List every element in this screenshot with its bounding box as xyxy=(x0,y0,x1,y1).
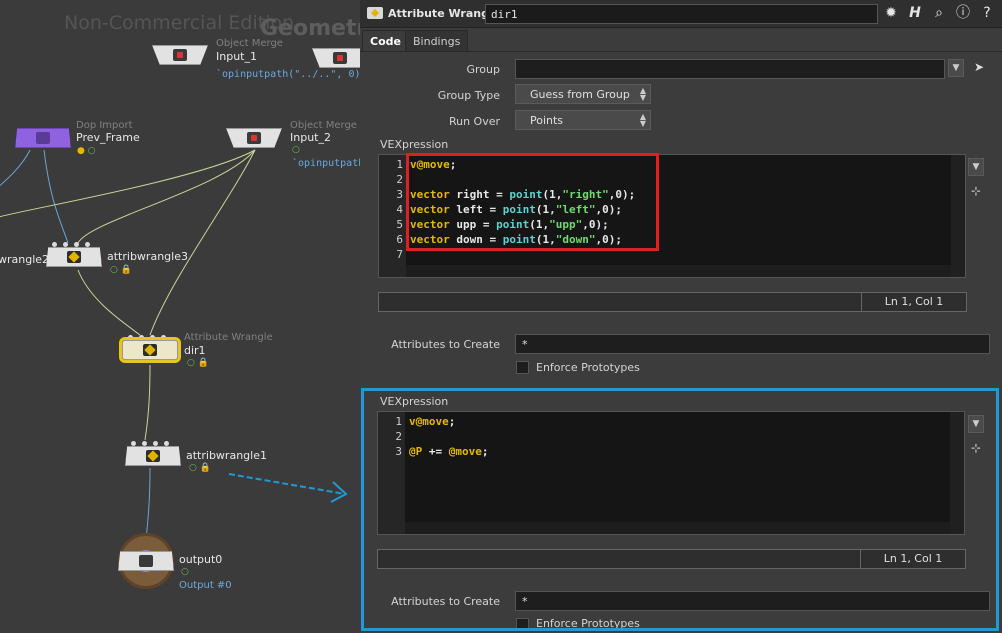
node-flags: ● ○ xyxy=(77,146,96,156)
node-type-label: Object Merge xyxy=(290,120,357,131)
node-name-label: output0 xyxy=(179,553,223,566)
node-name-label: attribwrangle3 xyxy=(107,250,188,263)
object-merge-icon xyxy=(333,52,347,64)
group-type-label: Group Type xyxy=(437,89,500,102)
info-icon[interactable]: ⓘ xyxy=(954,4,972,22)
run-over-menu[interactable]: Points ▲ ▼ xyxy=(515,110,651,130)
attributes-to-create-field[interactable]: * xyxy=(515,334,990,354)
help-icon[interactable]: ? xyxy=(978,4,996,22)
line-gutter: 1 2 3 4 5 6 7 xyxy=(379,155,406,277)
node-expression: `opinputpath("../..", 0)` xyxy=(216,69,360,80)
node-type-title: Attribute Wrangle xyxy=(388,7,501,20)
code-highlight-red xyxy=(406,153,659,251)
line-number: 6 xyxy=(396,233,403,246)
node-body[interactable] xyxy=(226,128,282,148)
node-flags: ○ xyxy=(181,567,189,577)
line-number: 7 xyxy=(396,248,403,261)
enforce-prototypes-label: Enforce Prototypes xyxy=(536,361,640,374)
line-number: 2 xyxy=(396,173,403,186)
line-number: 3 xyxy=(396,188,403,201)
select-arrow-icon[interactable]: ➤ xyxy=(974,60,984,74)
node-name-field[interactable]: dir1 xyxy=(485,4,878,24)
group-dropdown-button[interactable]: ▼ xyxy=(948,59,964,77)
node-name-label: attribwrangle1 xyxy=(186,449,267,462)
group-field[interactable] xyxy=(515,59,945,79)
annotation-arrow xyxy=(228,473,348,503)
updown-icon: ▲ ▼ xyxy=(639,86,646,102)
object-merge-icon xyxy=(173,49,187,61)
line-number: 1 xyxy=(396,158,403,171)
node-body[interactable] xyxy=(312,48,360,68)
group-label: Group xyxy=(466,63,501,76)
node-flags: ○ 🔒 xyxy=(110,265,132,275)
tab-code[interactable]: Code xyxy=(362,30,409,52)
editor-status-bar: Ln 1, Col 1 xyxy=(378,292,967,312)
editor-menu-button[interactable]: ▼ xyxy=(968,158,984,176)
node-body-selected[interactable] xyxy=(119,337,181,363)
run-over-label: Run Over xyxy=(448,115,500,128)
node-name-label: dir1 xyxy=(184,344,206,357)
group-type-value: Guess from Group xyxy=(530,88,630,101)
object-merge-icon xyxy=(247,132,261,144)
node-body[interactable] xyxy=(125,446,181,466)
input-connectors[interactable] xyxy=(52,242,90,247)
wrangle-icon xyxy=(146,450,160,462)
node-body[interactable] xyxy=(15,128,71,148)
node-body[interactable] xyxy=(152,45,208,65)
vertical-scrollbar[interactable] xyxy=(951,155,965,277)
dop-import-icon xyxy=(36,132,50,144)
node-name-label: wrangle2 xyxy=(0,253,50,266)
gear-icon[interactable]: ✹ xyxy=(882,4,900,22)
node-name-label: Input_2 xyxy=(290,131,331,144)
node-body[interactable] xyxy=(46,247,102,267)
node-name-label: Input_1 xyxy=(216,50,257,63)
panel-highlight-blue xyxy=(361,388,999,631)
network-editor[interactable]: Non-Commercial Edition Geometry Object M… xyxy=(0,0,360,633)
vexpression-label: VEXpression xyxy=(380,138,449,151)
search-icon[interactable]: ⌕ xyxy=(930,4,948,22)
node-expression: `opinputpath(" xyxy=(292,158,360,169)
enforce-prototypes-checkbox[interactable] xyxy=(516,361,529,374)
node-type-label: Attribute Wrangle xyxy=(184,332,273,343)
cursor-position: Ln 1, Col 1 xyxy=(861,293,966,311)
node-wires xyxy=(0,149,256,541)
horizontal-scrollbar[interactable] xyxy=(406,265,951,277)
line-number: 5 xyxy=(396,218,403,231)
wrangle-icon xyxy=(143,344,157,356)
node-type-label: Dop Import xyxy=(76,120,133,131)
node-name-label: Prev_Frame xyxy=(76,131,140,144)
attributes-to-create-label: Attributes to Create xyxy=(391,338,500,351)
input-connectors[interactable] xyxy=(131,441,169,446)
tab-divider xyxy=(360,51,1002,52)
run-over-value: Points xyxy=(530,114,564,127)
updown-icon: ▲ ▼ xyxy=(639,112,646,128)
tab-bindings[interactable]: Bindings xyxy=(405,30,469,52)
group-type-menu[interactable]: Guess from Group ▲ ▼ xyxy=(515,84,651,104)
wrangle-icon xyxy=(67,251,81,263)
parameter-panel: Attribute Wrangle dir1 ✹ H ⌕ ⓘ ? Code Bi… xyxy=(360,0,1002,633)
node-flags: ○ xyxy=(292,145,300,155)
output-index-label: Output #0 xyxy=(179,580,232,591)
parameter-header: Attribute Wrangle dir1 ✹ H ⌕ ⓘ ? xyxy=(360,0,1002,28)
line-number: 4 xyxy=(396,203,403,216)
houdini-icon[interactable]: H xyxy=(906,4,924,22)
node-flags: ○ 🔒 xyxy=(189,463,211,473)
node-flags: ○ 🔒 xyxy=(187,358,209,368)
node-body[interactable] xyxy=(118,551,174,571)
node-type-label: Object Merge xyxy=(216,38,283,49)
wrangle-icon xyxy=(367,7,383,19)
add-spare-icon[interactable]: ⊹ xyxy=(971,184,981,198)
output-icon xyxy=(139,555,153,567)
